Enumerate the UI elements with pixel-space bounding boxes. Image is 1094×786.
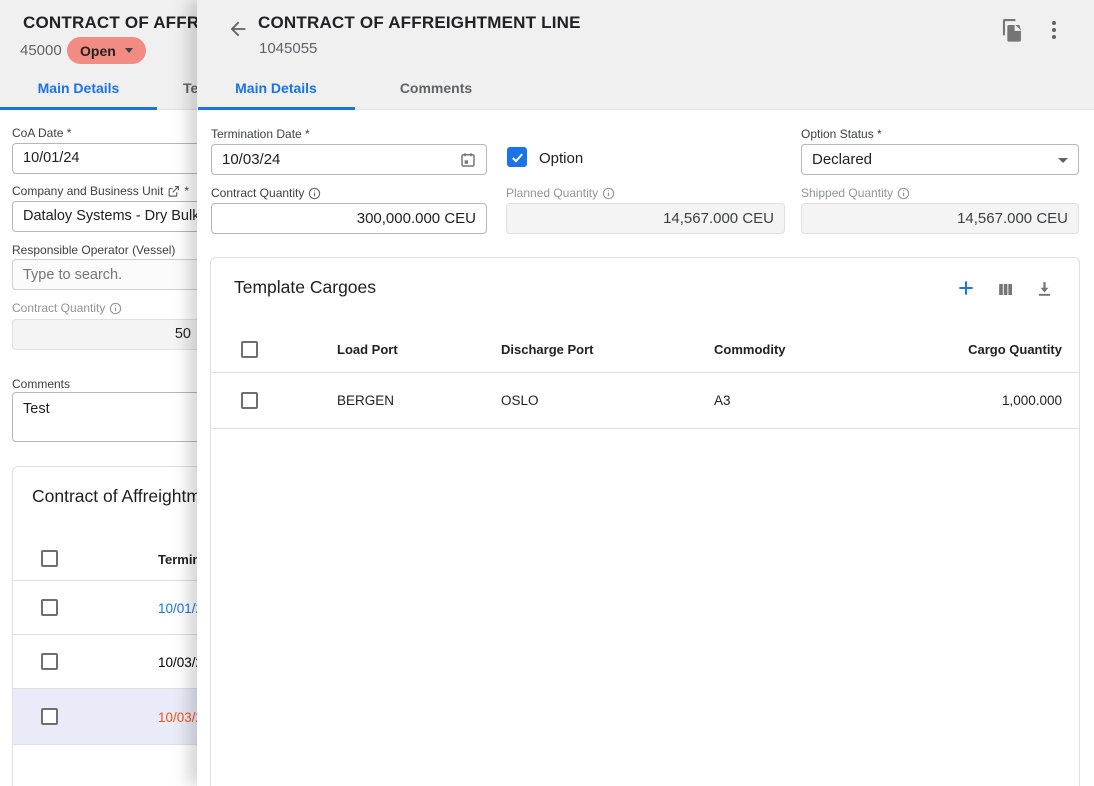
column-header-commodity: Commodity (714, 342, 934, 357)
caret-down-icon (125, 48, 133, 53)
planned-quantity-label: Planned Quantity (506, 186, 615, 200)
copy-icon (1001, 18, 1024, 43)
coa-line-record-id: 1045055 (259, 40, 317, 57)
calendar-icon[interactable] (459, 151, 477, 169)
select-all-checkbox[interactable] (241, 341, 258, 358)
option-status-label: Option Status * (801, 127, 882, 141)
coa-date-label: CoA Date * (12, 126, 71, 140)
select-all-checkbox[interactable] (41, 550, 58, 567)
column-header-cargo-quantity: Cargo Quantity (934, 342, 1079, 357)
shipped-quantity-input: 14,567.000 CEU (801, 203, 1079, 234)
cell-load-port: BERGEN (337, 393, 501, 408)
download-icon (1035, 279, 1054, 298)
copy-button[interactable] (999, 17, 1025, 43)
template-cargoes-header-row: Load Port Discharge Port Commodity Cargo… (211, 326, 1079, 372)
responsible-operator-label: Responsible Operator (Vessel) (12, 243, 175, 257)
termination-date-label: Termination Date * (211, 127, 310, 141)
option-status-select[interactable]: Declared (801, 144, 1079, 175)
comments-label: Comments (12, 377, 70, 391)
template-cargoes-title: Template Cargoes (234, 277, 376, 298)
company-label: Company and Business Unit * (12, 184, 189, 198)
contract-quantity-label: Contract Quantity (211, 186, 321, 200)
coa-line-header: CONTRACT OF AFFREIGHTMENT LINE 1045055 M… (197, 0, 1094, 110)
caret-down-icon (1058, 158, 1068, 163)
cell-cargo-quantity: 1,000.000 (934, 393, 1079, 408)
coa-line-panel: CONTRACT OF AFFREIGHTMENT LINE 1045055 M… (197, 0, 1094, 786)
plus-icon (956, 278, 976, 298)
download-button[interactable] (1031, 275, 1057, 301)
info-icon (109, 302, 122, 315)
arrow-back-icon (227, 18, 249, 40)
status-badge-label: Open (80, 43, 116, 59)
line-tab-comments[interactable]: Comments (355, 68, 517, 108)
cell-commodity: A3 (714, 393, 934, 408)
status-badge[interactable]: Open (67, 37, 146, 64)
contract-quantity-input[interactable]: 300,000.000 CEU (211, 203, 487, 234)
info-icon (308, 187, 321, 200)
row-checkbox[interactable] (41, 708, 58, 725)
termination-date-input[interactable]: 10/03/24 (211, 144, 487, 175)
checkmark-icon (510, 150, 525, 165)
info-icon (602, 187, 615, 200)
active-tab-underline (0, 107, 157, 110)
row-checkbox[interactable] (241, 392, 258, 409)
option-checkbox[interactable] (507, 147, 527, 167)
active-tab-underline (198, 107, 355, 110)
cell-discharge-port: OSLO (501, 393, 714, 408)
contract-quantity-left-label: Contract Quantity (12, 301, 122, 315)
columns-icon (996, 280, 1015, 299)
add-cargo-button[interactable] (953, 275, 979, 301)
coa-line-title: CONTRACT OF AFFREIGHTMENT LINE (258, 13, 581, 33)
shipped-quantity-label: Shipped Quantity (801, 186, 910, 200)
app-window: CONTRACT OF AFFREIGHTMENT 45000 Open Mai… (0, 0, 1094, 786)
kebab-menu-icon (1044, 19, 1064, 41)
column-header-load-port: Load Port (337, 342, 501, 357)
line-tab-main-details[interactable]: Main Details (197, 68, 355, 108)
row-checkbox[interactable] (41, 599, 58, 616)
option-checkbox-label: Option (539, 150, 583, 167)
columns-button[interactable] (992, 276, 1018, 302)
column-header-discharge-port: Discharge Port (501, 342, 714, 357)
contract-quantity-left-input: 50 (12, 319, 202, 350)
table-row[interactable]: BERGEN OSLO A3 1,000.000 (211, 373, 1079, 428)
coa-tab-main-details[interactable]: Main Details (0, 68, 157, 108)
info-icon (897, 187, 910, 200)
open-in-new-icon[interactable] (167, 185, 180, 198)
coa-record-id: 45000 (20, 42, 62, 59)
row-checkbox[interactable] (41, 653, 58, 670)
more-menu-button[interactable] (1042, 16, 1066, 44)
template-cargoes-card: Template Cargoes Load Port Discharge Por… (210, 257, 1080, 786)
back-button[interactable] (225, 16, 251, 42)
planned-quantity-input: 14,567.000 CEU (506, 203, 785, 234)
